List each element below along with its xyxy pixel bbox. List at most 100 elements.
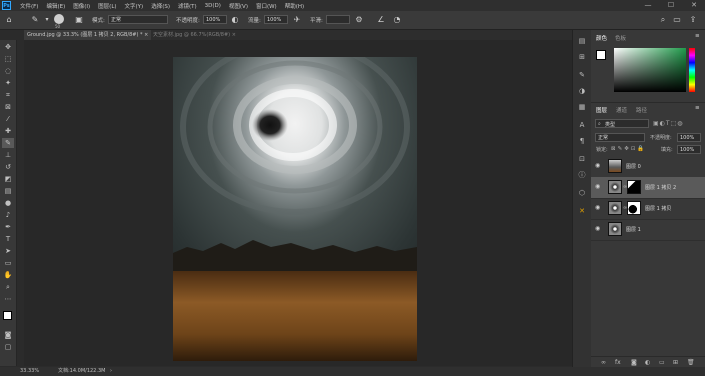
panel-menu-icon[interactable]: ≡ — [695, 33, 700, 39]
menu-3d[interactable]: 3D(D) — [201, 3, 225, 9]
quick-mask-icon[interactable]: ◙ — [2, 330, 14, 340]
navigator-panel-icon[interactable]: ⊡ — [577, 154, 587, 164]
stamp-tool-icon[interactable]: ⊥ — [2, 150, 14, 160]
screen-mode-icon[interactable]: ▢ — [2, 342, 14, 352]
brush-tool-icon[interactable]: ✎ — [30, 15, 40, 25]
properties-panel-icon[interactable]: ⊞ — [577, 52, 587, 62]
layer-name[interactable]: 图层 1 — [626, 226, 641, 233]
quick-select-tool-icon[interactable]: ✦ — [2, 78, 14, 88]
visibility-eye-icon[interactable]: ◉ — [595, 204, 600, 211]
color-field[interactable] — [614, 48, 686, 92]
brush-settings-icon[interactable]: ▣ — [74, 15, 84, 25]
brush-preview-icon[interactable] — [54, 14, 64, 24]
smoothing-field[interactable] — [326, 15, 350, 24]
layer-filter-field[interactable]: ⌕ 类型 — [595, 119, 649, 128]
layer-mask-thumbnail[interactable] — [627, 180, 641, 194]
visibility-eye-icon[interactable]: ◉ — [595, 225, 600, 232]
menu-view[interactable]: 视图(V) — [225, 2, 252, 10]
adjustment-layer-icon[interactable]: ◐ — [645, 359, 650, 366]
swatches-panel-icon[interactable]: ▦ — [577, 102, 587, 112]
status-arrow-icon[interactable]: › — [110, 367, 112, 376]
minimize-button[interactable]: — — [637, 0, 659, 11]
visibility-eye-icon[interactable]: ◉ — [595, 183, 600, 190]
new-layer-icon[interactable]: ⊞ — [673, 359, 678, 366]
healing-tool-icon[interactable]: ✚ — [2, 126, 14, 136]
layer-name[interactable]: 图层 0 — [626, 163, 641, 170]
hue-slider[interactable] — [689, 48, 695, 92]
share-icon[interactable]: ⇪ — [688, 15, 698, 25]
layer-name[interactable]: 图层 1 拷贝 2 — [645, 184, 676, 191]
menu-select[interactable]: 选择(S) — [147, 2, 174, 10]
tab-swatches[interactable]: 色板 — [615, 34, 626, 42]
flow-field[interactable]: 100% — [264, 15, 288, 24]
filter-icons[interactable]: ▣◐T⬚◍ — [653, 120, 683, 127]
fill-field[interactable]: 100% — [677, 145, 701, 154]
adjustments-panel-icon[interactable]: ◑ — [577, 86, 587, 96]
menu-file[interactable]: 文件(F) — [16, 2, 42, 10]
brush-tool-icon[interactable]: ✎ — [2, 138, 14, 148]
dropdown-arrow-icon[interactable]: ▾ — [42, 15, 52, 25]
menu-window[interactable]: 窗口(W) — [252, 2, 281, 10]
visibility-eye-icon[interactable]: ◉ — [595, 162, 600, 169]
tool-presets-icon[interactable]: ✕ — [577, 206, 587, 216]
tab-paths[interactable]: 路径 — [636, 106, 647, 114]
layer-opacity-field[interactable]: 100% — [677, 133, 701, 142]
brush-settings-panel-icon[interactable]: ✎ — [577, 70, 587, 80]
history-panel-icon[interactable]: ▤ — [577, 36, 587, 46]
dodge-tool-icon[interactable]: ♪ — [2, 210, 14, 220]
more-tools-icon[interactable]: ⋯ — [2, 294, 14, 304]
character-panel-icon[interactable]: A — [577, 120, 587, 130]
pressure-size-icon[interactable]: ◔ — [392, 15, 402, 25]
layer-mask-thumbnail[interactable] — [627, 201, 641, 215]
layer-row-1-copy[interactable]: ◉ ∞ 图层 1 拷贝 — [591, 198, 705, 220]
eyedropper-tool-icon[interactable]: ⁄ — [2, 114, 14, 124]
foreground-color-swatch[interactable] — [3, 311, 12, 320]
angle-icon[interactable]: ∠ — [376, 15, 386, 25]
fx-icon[interactable]: fx — [615, 359, 621, 366]
tab-layers[interactable]: 图层 — [596, 106, 607, 114]
shape-tool-icon[interactable]: ▭ — [2, 258, 14, 268]
zoom-tool-icon[interactable]: ⌕ — [2, 282, 14, 292]
maximize-button[interactable]: ☐ — [660, 0, 682, 11]
hand-tool-icon[interactable]: ✋ — [2, 270, 14, 280]
search-icon[interactable]: ⌕ — [658, 15, 668, 25]
new-group-icon[interactable]: ▭ — [659, 359, 665, 366]
crop-tool-icon[interactable]: ⌗ — [2, 90, 14, 100]
mode-select[interactable]: 正常 — [108, 15, 168, 24]
menu-help[interactable]: 帮助(H) — [281, 2, 308, 10]
marquee-tool-icon[interactable]: ⬚ — [2, 54, 14, 64]
zoom-level[interactable]: 33.33% — [20, 367, 39, 376]
link-layers-icon[interactable]: ∞ — [601, 359, 606, 366]
tab-sky-material[interactable]: 天空素材.jpg @ 66.7%(RGB/8#) × — [150, 30, 275, 40]
layer-name[interactable]: 图层 1 拷贝 — [645, 205, 671, 212]
layer-row-1[interactable]: ◉ 图层 1 — [591, 219, 705, 241]
type-tool-icon[interactable]: T — [2, 234, 14, 244]
tab-channels[interactable]: 通道 — [616, 106, 627, 114]
paragraph-panel-icon[interactable]: ¶ — [577, 136, 587, 146]
close-button[interactable]: ✕ — [683, 0, 705, 11]
path-select-tool-icon[interactable]: ➤ — [2, 246, 14, 256]
pressure-opacity-icon[interactable]: ◐ — [230, 15, 240, 25]
foreground-color-chip[interactable] — [596, 50, 606, 60]
gradient-tool-icon[interactable]: ▤ — [2, 186, 14, 196]
menu-filter[interactable]: 滤镜(T) — [174, 2, 201, 10]
home-icon[interactable]: ⌂ — [4, 15, 14, 25]
gear-icon[interactable]: ⚙ — [354, 15, 364, 25]
libraries-panel-icon[interactable]: ⬡ — [577, 188, 587, 198]
trash-icon[interactable]: 🗑 — [687, 359, 695, 366]
layer-row-0[interactable]: ◉ 图层 0 — [591, 156, 705, 178]
history-brush-icon[interactable]: ↺ — [2, 162, 14, 172]
menu-layer[interactable]: 图层(L) — [94, 2, 120, 10]
opacity-field[interactable]: 100% — [203, 15, 227, 24]
blur-tool-icon[interactable]: ● — [2, 198, 14, 208]
layers-menu-icon[interactable]: ≡ — [695, 105, 700, 111]
info-panel-icon[interactable]: ⓘ — [577, 170, 587, 180]
eraser-tool-icon[interactable]: ◩ — [2, 174, 14, 184]
menu-image[interactable]: 图像(I) — [69, 2, 94, 10]
workspace-icon[interactable]: ▭ — [672, 15, 682, 25]
move-tool-icon[interactable]: ✥ — [2, 42, 14, 52]
menu-type[interactable]: 文字(Y) — [121, 2, 148, 10]
document-canvas[interactable] — [173, 57, 417, 361]
blend-mode-select[interactable]: 正常 — [595, 133, 645, 142]
frame-tool-icon[interactable]: ⊠ — [2, 102, 14, 112]
